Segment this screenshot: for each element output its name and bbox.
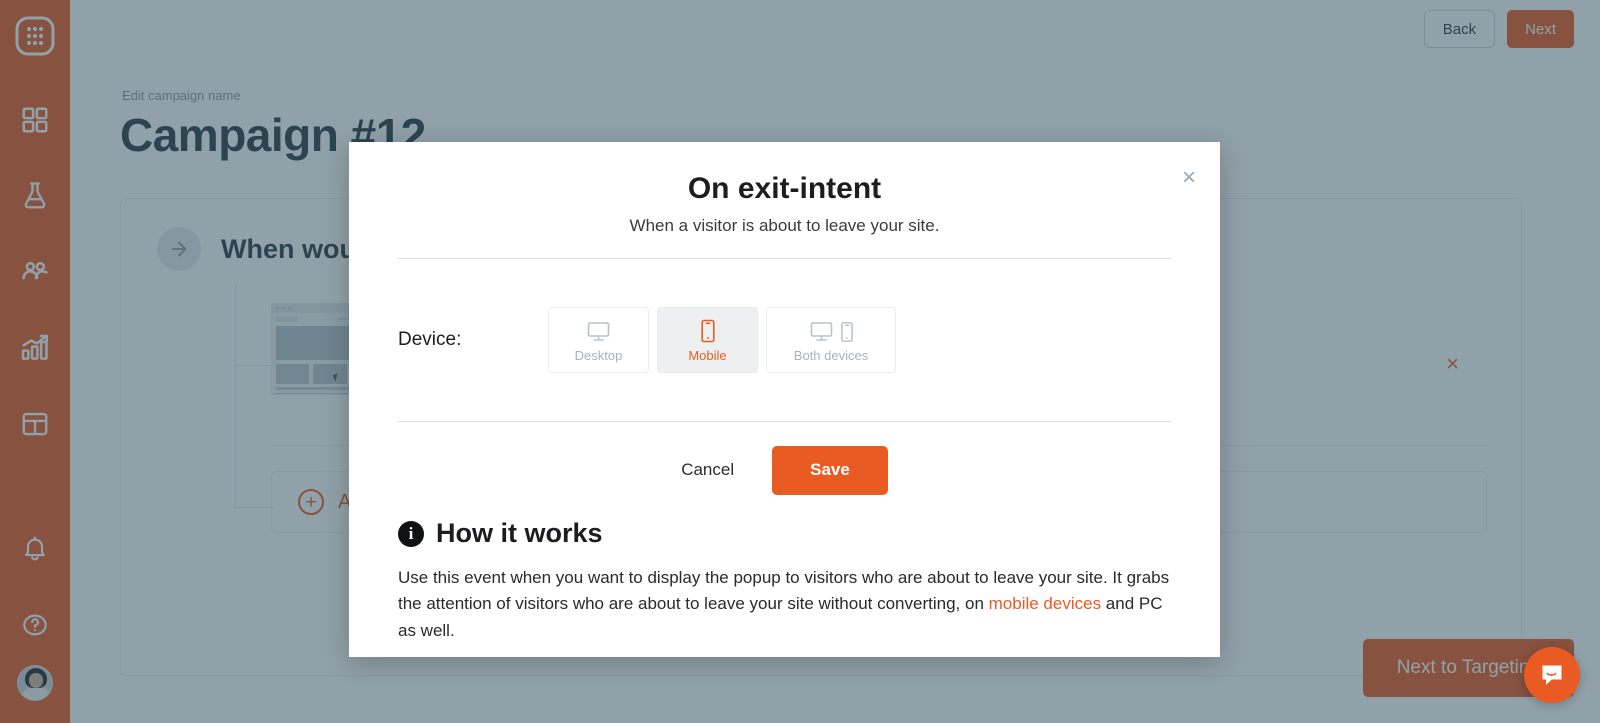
modal-subtitle: When a visitor is about to leave your si… [349,216,1220,236]
on-exit-intent-modal: × On exit-intent When a visitor is about… [349,142,1220,657]
how-it-works-title: How it works [436,518,603,549]
modal-actions: Cancel Save [349,422,1220,518]
info-icon: i [398,521,424,547]
phone-icon [700,317,716,343]
device-option-label: Both devices [794,348,868,363]
cancel-button[interactable]: Cancel [681,460,734,480]
monitor-and-phone-icon [809,317,854,343]
how-it-works-body: Use this event when you want to display … [398,565,1171,644]
device-option-label: Mobile [688,348,726,363]
device-selector-row: Device: Desktop [349,259,1220,421]
how-it-works-section: i How it works Use this event when you w… [349,518,1220,644]
chat-bubble-icon [1538,661,1566,689]
mobile-devices-link[interactable]: mobile devices [989,594,1101,613]
close-icon[interactable]: × [1182,166,1196,190]
modal-title: On exit-intent [349,172,1220,206]
intercom-chat-launcher[interactable] [1524,647,1580,703]
save-button[interactable]: Save [772,446,888,495]
device-option-label: Desktop [575,348,623,363]
device-option-both-devices[interactable]: Both devices [766,307,896,373]
app-root: Back Next Edit campaign name Campaign #1… [0,0,1600,723]
how-it-works-heading: i How it works [398,518,1171,549]
device-option-mobile[interactable]: Mobile [657,307,758,373]
device-option-desktop[interactable]: Desktop [548,307,649,373]
device-options: Desktop Mobile [548,307,896,373]
monitor-icon [586,317,611,343]
device-label: Device: [398,329,548,351]
